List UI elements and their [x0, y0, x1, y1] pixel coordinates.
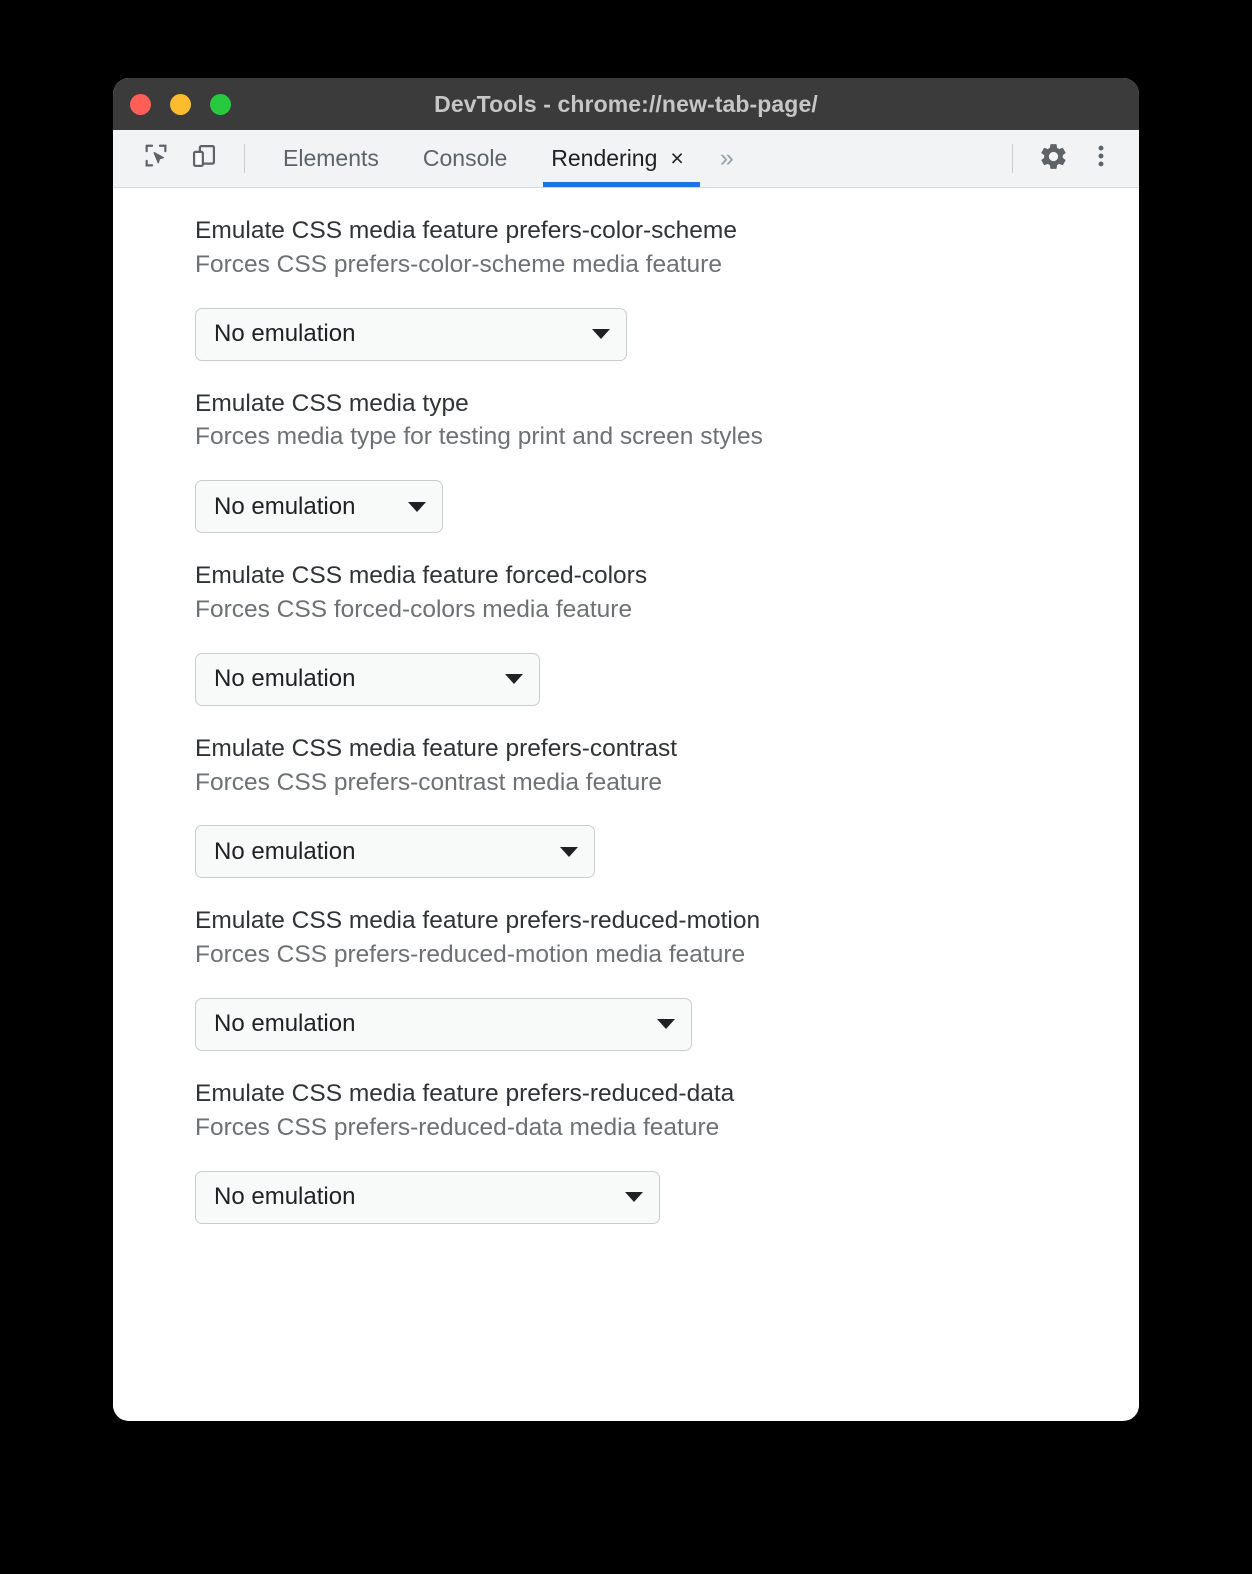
inspect-element-icon [142, 142, 170, 175]
devtools-window: DevTools - chrome://new-tab-page/ Elemen… [113, 78, 1139, 1421]
select-prefers-reduced-motion[interactable]: No emulation [195, 997, 692, 1051]
tab-elements-label: Elements [283, 145, 379, 171]
close-icon[interactable]: × [670, 147, 683, 170]
setting-title: Emulate CSS media feature prefers-reduce… [195, 907, 761, 935]
tab-console-label: Console [422, 145, 508, 171]
select-value: No emulation [214, 1010, 356, 1038]
setting-forced-colors: Emulate CSS media feature forced-colors … [113, 559, 1139, 706]
setting-prefers-reduced-motion: Emulate CSS media feature prefers-reduce… [113, 904, 1139, 1051]
chevron-down-icon [657, 1019, 675, 1030]
device-toolbar-button[interactable] [180, 130, 228, 187]
setting-prefers-contrast: Emulate CSS media feature prefers-contra… [113, 732, 1139, 879]
setting-prefers-reduced-data: Emulate CSS media feature prefers-reduce… [113, 1077, 1139, 1224]
tab-console[interactable]: Console [401, 130, 529, 187]
toolbar-divider-left [244, 144, 245, 173]
gear-icon [1038, 141, 1069, 177]
setting-description: Forces CSS prefers-contrast media featur… [195, 768, 663, 796]
window-controls [130, 78, 231, 130]
setting-title: Emulate CSS media feature forced-colors [195, 562, 648, 590]
rendering-panel-content: Emulate CSS media feature prefers-color-… [113, 188, 1139, 1420]
select-prefers-color-scheme[interactable]: No emulation [195, 307, 627, 361]
select-value: No emulation [214, 320, 356, 348]
maximize-window-button[interactable] [210, 93, 231, 115]
inspect-element-button[interactable] [132, 130, 180, 187]
toolbar-divider-right [1012, 144, 1013, 173]
select-value: No emulation [214, 1183, 356, 1211]
window-title: DevTools - chrome://new-tab-page/ [434, 90, 818, 117]
select-forced-colors[interactable]: No emulation [195, 652, 540, 706]
setting-media-type: Emulate CSS media type Forces media type… [113, 387, 1139, 534]
select-value: No emulation [214, 665, 356, 693]
setting-title: Emulate CSS media feature prefers-reduce… [195, 1079, 735, 1107]
tab-rendering[interactable]: Rendering × [529, 130, 706, 187]
select-value: No emulation [214, 837, 356, 865]
chevron-down-icon [560, 846, 578, 857]
minimize-window-button[interactable] [170, 93, 191, 115]
chevron-down-icon [408, 501, 426, 512]
select-prefers-contrast[interactable]: No emulation [195, 825, 595, 879]
select-value: No emulation [214, 492, 356, 520]
devtools-toolbar: Elements Console Rendering × » [113, 130, 1139, 188]
setting-title: Emulate CSS media type [195, 389, 469, 417]
setting-description: Forces CSS prefers-reduced-data media fe… [195, 1113, 720, 1141]
select-media-type[interactable]: No emulation [195, 480, 443, 534]
chevron-down-icon [625, 1192, 643, 1203]
device-toolbar-icon [190, 142, 218, 175]
setting-title: Emulate CSS media feature prefers-color-… [195, 217, 737, 244]
toolbar-right-group [996, 130, 1139, 187]
chevron-down-icon [505, 674, 523, 685]
setting-description: Forces CSS prefers-reduced-motion media … [195, 941, 746, 969]
setting-prefers-color-scheme: Emulate CSS media feature prefers-color-… [113, 214, 1139, 361]
close-window-button[interactable] [130, 93, 151, 115]
tab-rendering-label: Rendering [551, 145, 658, 171]
more-vertical-icon [1087, 142, 1115, 175]
settings-button[interactable] [1029, 130, 1077, 187]
more-options-button[interactable] [1077, 130, 1125, 187]
more-tabs-icon[interactable]: » [706, 130, 748, 187]
select-prefers-reduced-data[interactable]: No emulation [195, 1170, 660, 1224]
setting-description: Forces media type for testing print and … [195, 423, 763, 451]
window-titlebar: DevTools - chrome://new-tab-page/ [113, 78, 1139, 130]
setting-description: Forces CSS forced-colors media feature [195, 595, 633, 623]
chevron-down-icon [592, 329, 610, 340]
setting-description: Forces CSS prefers-color-scheme media fe… [195, 250, 722, 278]
setting-title: Emulate CSS media feature prefers-contra… [195, 734, 678, 762]
tab-elements[interactable]: Elements [261, 130, 401, 187]
